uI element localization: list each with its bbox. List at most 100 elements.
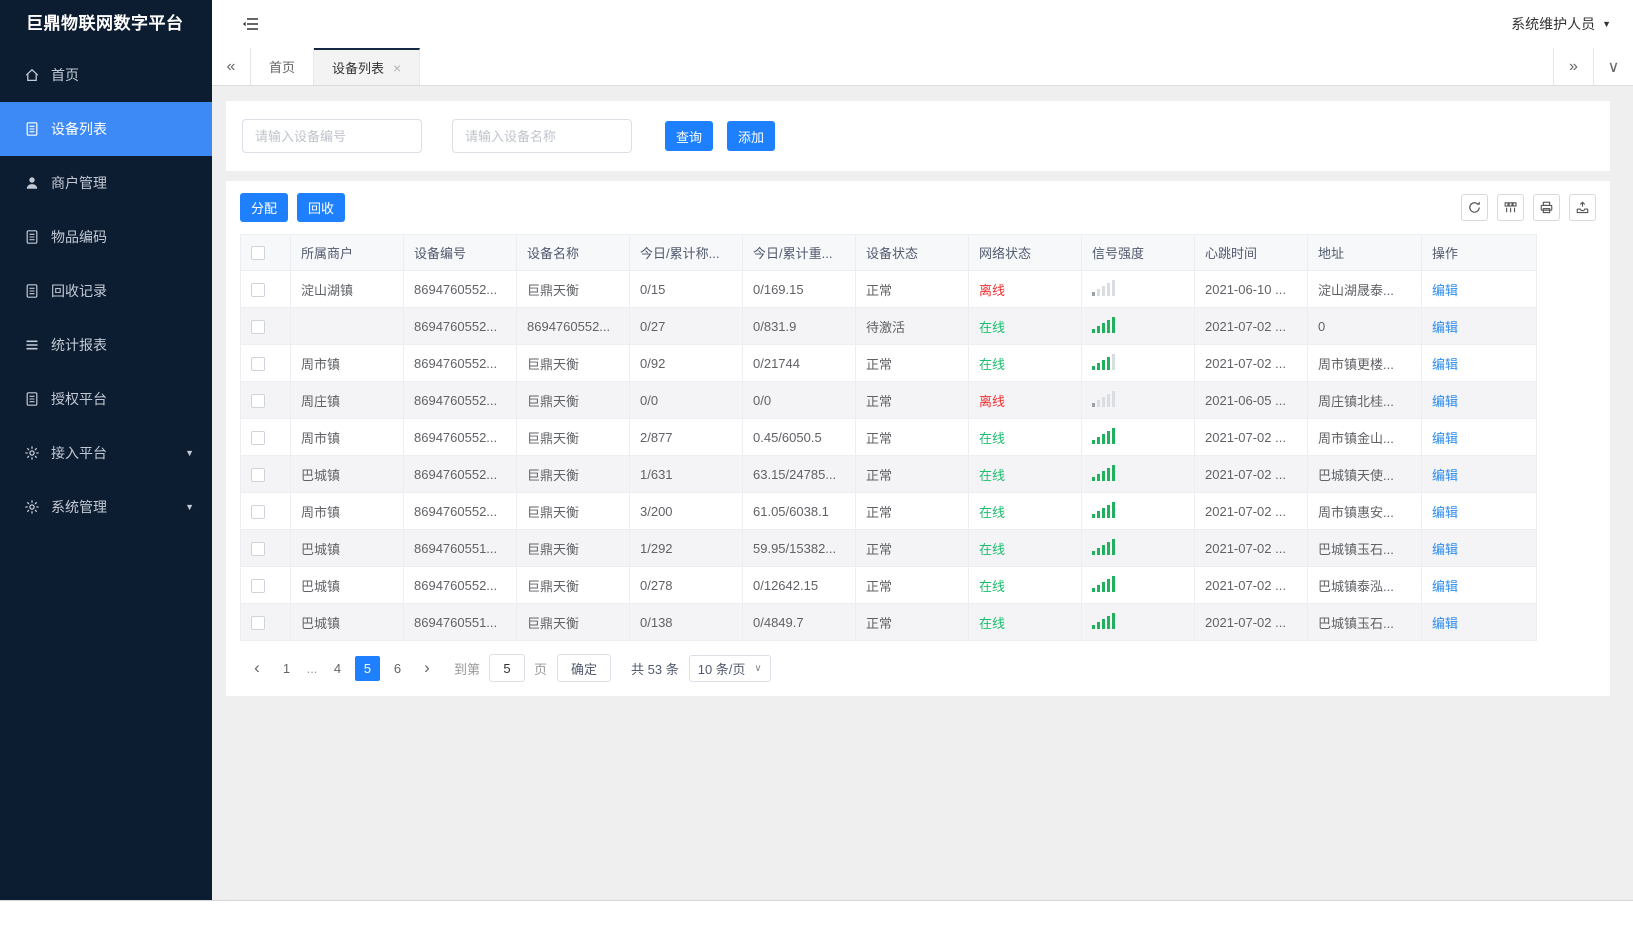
assign-button[interactable]: 分配 [240, 193, 289, 222]
row-checkbox[interactable] [251, 356, 265, 371]
sidebar-item-authorize-platform[interactable]: 授权平台 [0, 372, 212, 426]
row-checkbox[interactable] [251, 578, 265, 593]
cell-action: 编辑 [1421, 455, 1537, 493]
cell-action: 编辑 [1421, 381, 1537, 419]
cell-today-count: 3/200 [629, 492, 743, 530]
page-button-6[interactable]: 6 [385, 656, 410, 681]
sidebar-item-merchant-management[interactable]: 商户管理 [0, 156, 212, 210]
cell-device-status: 正常 [855, 381, 969, 419]
cell-today-count: 2/877 [629, 418, 743, 456]
edit-link[interactable]: 编辑 [1432, 468, 1458, 483]
sidebar-item-statistics-report[interactable]: 统计报表 [0, 318, 212, 372]
prev-page-icon[interactable]: ‹ [244, 658, 270, 678]
tab-home[interactable]: 首页 [251, 48, 315, 85]
row-select-cell [240, 603, 291, 641]
edit-link[interactable]: 编辑 [1432, 357, 1458, 372]
row-checkbox[interactable] [251, 430, 265, 445]
row-select-cell [240, 270, 291, 308]
page-button-4[interactable]: 4 [325, 656, 350, 681]
edit-link[interactable]: 编辑 [1432, 579, 1458, 594]
cell-network-status: 在线 [968, 418, 1082, 456]
cell-address: 巴城镇玉石... [1307, 603, 1422, 641]
bottom-strip [0, 900, 1633, 937]
sidebar-item-item-code[interactable]: 物品编码 [0, 210, 212, 264]
table-row: 巴城镇 8694760551... 巨鼎天衡 0/138 0/4849.7 正常 在线 202… [240, 603, 1537, 641]
page-size-value: 10 条/页 [697, 661, 746, 677]
column-header: 设备名称 [516, 234, 630, 271]
row-checkbox[interactable] [251, 504, 265, 519]
page-button-1[interactable]: 1 [274, 656, 299, 681]
edit-link[interactable]: 编辑 [1432, 320, 1458, 335]
page-size-select[interactable]: 10 条/页 ∨ [688, 654, 771, 682]
cell-today-count: 0/92 [629, 344, 743, 382]
cell-device-status: 待激活 [855, 307, 969, 345]
table-row: 巴城镇 8694760551... 巨鼎天衡 1/292 59.95/15382... 正… [240, 529, 1537, 567]
edit-link[interactable]: 编辑 [1432, 616, 1458, 631]
row-checkbox[interactable] [251, 615, 265, 630]
row-checkbox[interactable] [251, 541, 265, 556]
refresh-icon[interactable] [1461, 194, 1488, 221]
menu-fold-icon[interactable] [240, 13, 262, 35]
tabs-scroll-left-button[interactable]: « [212, 48, 251, 85]
cell-device-status: 正常 [855, 492, 969, 530]
device-number-input[interactable] [242, 119, 422, 153]
edit-link[interactable]: 编辑 [1432, 431, 1458, 446]
table-head-row: 所属商户 设备编号 设备名称 今日/累计称... 今日/累计重... 设备状态 网络状态 信号… [240, 234, 1537, 271]
row-checkbox[interactable] [251, 319, 265, 334]
next-page-icon[interactable]: › [414, 658, 440, 678]
page-ellipsis: ... [306, 660, 318, 676]
signal-strength-icon [1092, 501, 1115, 518]
cell-signal [1081, 455, 1195, 493]
tabs-scroll-right-button[interactable]: » [1553, 48, 1593, 85]
device-name-input[interactable] [452, 119, 632, 153]
sidebar-item-device-list[interactable]: 设备列表 [0, 102, 212, 156]
edit-link[interactable]: 编辑 [1432, 283, 1458, 298]
column-header: 设备状态 [855, 234, 969, 271]
tabs-menu-button[interactable]: ∨ [1593, 48, 1633, 85]
query-button[interactable]: 查询 [665, 121, 714, 151]
columns-icon[interactable] [1497, 194, 1524, 221]
edit-link[interactable]: 编辑 [1432, 394, 1458, 409]
sidebar-item-access-platform[interactable]: 接入平台 ▼ [0, 426, 212, 480]
export-icon[interactable] [1569, 194, 1596, 221]
cell-merchant: 周市镇 [290, 418, 404, 456]
sidebar: 巨鼎物联网数字平台 首页 设备列表 商户管理 物品编码 回收记录 统计报表 授权平台 接入平台… [0, 0, 212, 900]
cell-today-weight: 0/21744 [742, 344, 856, 382]
sidebar-item-recycle-records[interactable]: 回收记录 [0, 264, 212, 318]
goto-page-input[interactable] [489, 654, 526, 682]
cell-heartbeat: 2021-07-02 ... [1194, 455, 1308, 493]
cell-device-name: 巨鼎天衡 [516, 418, 630, 456]
cell-today-count: 0/27 [629, 307, 743, 345]
file-icon [24, 391, 40, 407]
close-icon[interactable]: × [393, 60, 401, 76]
row-checkbox[interactable] [251, 393, 265, 408]
print-icon[interactable] [1533, 194, 1560, 221]
cell-merchant: 巴城镇 [290, 603, 404, 641]
signal-strength-icon [1092, 316, 1115, 333]
cell-device-name: 巨鼎天衡 [516, 344, 630, 382]
add-button[interactable]: 添加 [727, 121, 776, 151]
cell-device-name: 巨鼎天衡 [516, 381, 630, 419]
edit-link[interactable]: 编辑 [1432, 505, 1458, 520]
page-button-5[interactable]: 5 [355, 655, 380, 681]
sidebar-item-system-management[interactable]: 系统管理 ▼ [0, 480, 212, 534]
cell-device-no: 8694760552... [403, 344, 517, 382]
recycle-button[interactable]: 回收 [297, 193, 346, 222]
tab-device-list[interactable]: 设备列表 × [314, 48, 421, 85]
cell-action: 编辑 [1421, 529, 1537, 567]
cell-device-status: 正常 [855, 455, 969, 493]
cell-today-weight: 0/169.15 [742, 270, 856, 308]
cell-address: 巴城镇天使... [1307, 455, 1422, 493]
edit-link[interactable]: 编辑 [1432, 542, 1458, 557]
caret-down-icon: ▼ [1602, 19, 1611, 29]
row-checkbox[interactable] [251, 282, 265, 297]
confirm-button[interactable]: 确定 [557, 654, 612, 682]
sidebar-item-home[interactable]: 首页 [0, 48, 212, 102]
row-checkbox[interactable] [251, 467, 265, 482]
cell-heartbeat: 2021-07-02 ... [1194, 566, 1308, 604]
cell-device-no: 8694760552... [403, 566, 517, 604]
select-all-checkbox[interactable] [251, 246, 265, 261]
user-icon [24, 175, 40, 191]
user-menu[interactable]: 系统维护人员 ▼ [1511, 14, 1611, 34]
cell-signal [1081, 529, 1195, 567]
